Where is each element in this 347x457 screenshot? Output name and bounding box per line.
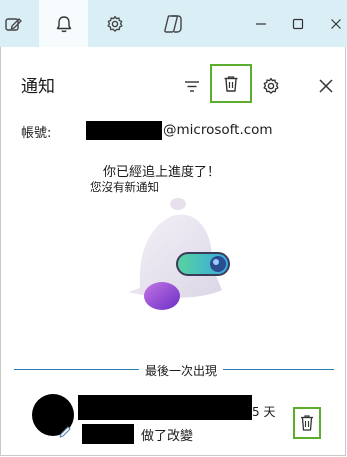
tab-edit[interactable] bbox=[0, 0, 36, 47]
minimize-icon bbox=[256, 22, 266, 25]
delete-all-button[interactable] bbox=[210, 64, 252, 103]
divider-label: 最後一次出現 bbox=[139, 362, 224, 379]
page-title: 通知 bbox=[21, 77, 55, 97]
edit-icon bbox=[5, 17, 22, 31]
close-icon bbox=[319, 79, 333, 93]
empty-state-headline: 你已經追上進度了！ bbox=[103, 165, 221, 180]
close-icon bbox=[331, 18, 341, 29]
settings-icon bbox=[263, 77, 279, 94]
top-tab-bar bbox=[0, 0, 347, 47]
filter-button[interactable] bbox=[177, 71, 207, 101]
trash-icon bbox=[301, 415, 313, 431]
notification-settings-button[interactable] bbox=[256, 71, 286, 101]
maximize-button[interactable] bbox=[280, 0, 316, 47]
last-seen-divider: 最後一次出現 bbox=[14, 362, 334, 379]
minimize-button[interactable] bbox=[243, 0, 279, 47]
window-close-button[interactable] bbox=[318, 0, 347, 47]
trash-icon bbox=[224, 75, 238, 92]
tab-notifications[interactable] bbox=[39, 0, 88, 47]
account-name-redacted bbox=[86, 121, 162, 140]
tab-copilot[interactable] bbox=[150, 0, 196, 47]
copilot-icon bbox=[164, 14, 182, 33]
bell-icon bbox=[56, 15, 71, 32]
maximize-icon bbox=[292, 18, 304, 29]
tab-settings[interactable] bbox=[92, 0, 138, 47]
gear-icon bbox=[107, 15, 123, 32]
bell-illustration bbox=[110, 188, 240, 318]
account-email-domain: @microsoft.com bbox=[163, 122, 273, 138]
activity-action: 做了改變 bbox=[141, 429, 194, 444]
pencil-icon bbox=[59, 426, 71, 438]
delete-item-button[interactable] bbox=[293, 407, 321, 439]
activity-time: 5 天 bbox=[252, 405, 276, 419]
close-panel-button[interactable] bbox=[311, 71, 341, 101]
file-name-redacted bbox=[82, 424, 134, 444]
filter-icon bbox=[185, 81, 199, 92]
user-name-redacted bbox=[78, 395, 252, 420]
account-label: 帳號: bbox=[21, 126, 52, 141]
